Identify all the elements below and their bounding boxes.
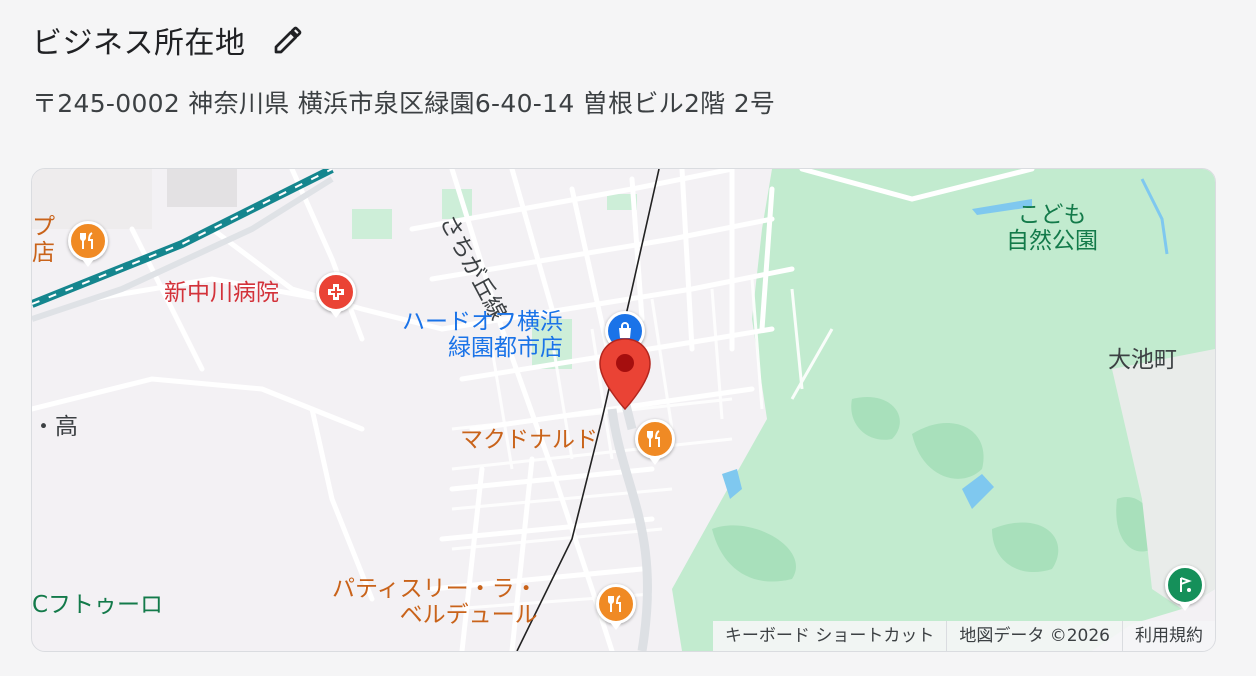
- business-address: 〒245-0002 神奈川県 横浜市泉区緑園6-40-14 曽根ビル2階 2号: [32, 89, 776, 118]
- mcdonalds-label[interactable]: マクドナルド: [460, 427, 598, 453]
- mcdonalds-poi[interactable]: [635, 419, 675, 465]
- partial-left-mid-label: ・高: [32, 414, 78, 440]
- hospital-poi[interactable]: [316, 272, 356, 318]
- pencil-icon: [274, 26, 301, 54]
- fork-knife-icon: [80, 232, 93, 249]
- map-view[interactable]: こども 自然公園 さちが丘線 大池町 プ 店 ・高 Cフトゥーロ 新中川病院 ハ…: [31, 168, 1216, 652]
- partial-left-bottom-label: Cフトゥーロ: [32, 592, 164, 618]
- map-attribution: キーボード ショートカット 地図データ ©2026 利用規約: [712, 621, 1215, 651]
- park-label: こども 自然公園: [1006, 202, 1098, 255]
- patisserie-poi[interactable]: [596, 584, 636, 630]
- town-oike-label: 大池町: [1108, 347, 1177, 373]
- patisserie-label[interactable]: パティスリー・ラ・ ベルデュール: [332, 576, 538, 629]
- location-pin-icon[interactable]: [597, 337, 653, 411]
- restaurant-poi-left[interactable]: [68, 221, 108, 267]
- golf-icon: [1180, 577, 1192, 592]
- hardoff-label[interactable]: ハードオフ横浜 緑園都市店: [402, 309, 563, 362]
- terms-link[interactable]: 利用規約: [1122, 621, 1215, 651]
- golf-poi[interactable]: [1165, 565, 1205, 611]
- fork-knife-icon: [608, 595, 621, 612]
- edit-button[interactable]: [268, 20, 308, 60]
- fork-knife-icon: [647, 430, 660, 447]
- medical-cross-icon: [328, 284, 344, 300]
- hospital-label[interactable]: 新中川病院: [164, 280, 279, 306]
- map-data-credit: 地図データ ©2026: [946, 621, 1122, 651]
- keyboard-shortcuts-link[interactable]: キーボード ショートカット: [713, 621, 946, 651]
- partial-left-top-label: プ 店: [32, 214, 55, 267]
- section-header: ビジネス所在地: [32, 18, 308, 62]
- section-title: ビジネス所在地: [32, 26, 246, 61]
